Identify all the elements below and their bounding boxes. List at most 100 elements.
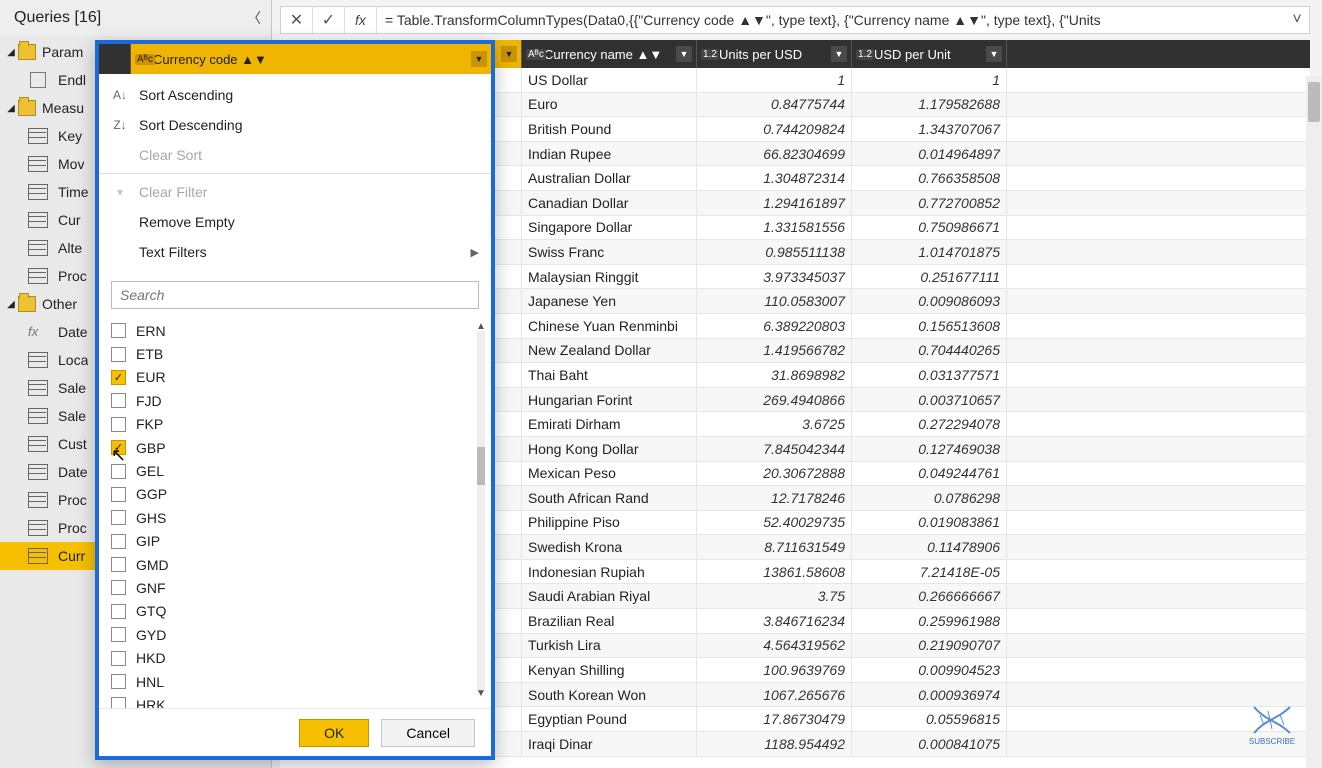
cell-currency-name: Saudi Arabian Riyal (522, 584, 697, 608)
filter-value-row[interactable]: HNL (111, 670, 483, 693)
submenu-arrow-icon: ▶ (471, 246, 479, 259)
cell-usd-per-unit: 0.014964897 (852, 142, 1007, 166)
checkbox[interactable] (111, 627, 126, 642)
filter-value-row[interactable]: GNF (111, 576, 483, 599)
query-type-icon (28, 464, 50, 480)
filter-value-row[interactable]: GMD (111, 553, 483, 576)
column-label: Currency code ▲▼ (153, 52, 267, 67)
checkbox[interactable] (111, 534, 126, 549)
formula-text[interactable]: = Table.TransformColumnTypes(Data0,{{"Cu… (377, 12, 1285, 28)
sort-ascending-item[interactable]: A↓ Sort Ascending (99, 80, 491, 110)
query-label: Mov (58, 156, 84, 172)
folder-icon (18, 296, 36, 312)
checkbox[interactable] (111, 487, 126, 502)
checkbox[interactable] (111, 347, 126, 362)
checkbox[interactable]: ✓ (111, 370, 126, 385)
checkbox[interactable] (111, 651, 126, 666)
folder-icon (18, 100, 36, 116)
formula-bar: ✕ ✓ fx = Table.TransformColumnTypes(Data… (280, 6, 1310, 34)
cell-usd-per-unit: 0.0786298 (852, 486, 1007, 510)
cell-units-per-usd: 1 (697, 68, 852, 92)
ok-button[interactable]: OK (299, 719, 369, 747)
query-type-icon (28, 408, 50, 424)
vertical-scrollbar[interactable] (1306, 76, 1322, 768)
fx-icon: fx (345, 7, 377, 33)
filter-value-row[interactable]: ETB (111, 342, 483, 365)
sort-descending-item[interactable]: Z↓ Sort Descending (99, 110, 491, 140)
checkbox[interactable] (111, 393, 126, 408)
list-scrollbar[interactable]: ▲ ▼ (475, 321, 487, 702)
filter-value-row[interactable]: FKP (111, 413, 483, 436)
checkbox[interactable] (111, 510, 126, 525)
filter-value-label: ETB (136, 346, 163, 362)
query-label: Curr (58, 548, 85, 564)
filter-value-row[interactable]: ✓EUR (111, 366, 483, 389)
cell-currency-name: Swedish Krona (522, 535, 697, 559)
queries-header[interactable]: Queries [16] 〈 (0, 0, 271, 36)
subscribe-badge[interactable]: SUBSCRIBE (1244, 705, 1300, 746)
checkbox[interactable] (111, 323, 126, 338)
formula-cancel-icon[interactable]: ✕ (281, 7, 313, 33)
type-decimal-icon: 1.2 (856, 49, 874, 60)
scroll-down-icon[interactable]: ▼ (475, 688, 487, 702)
clear-sort-item: Clear Sort (99, 140, 491, 170)
column-header-currency-name[interactable]: Aᴮc Currency name ▲▼ ▼ (522, 40, 697, 68)
filter-value-row[interactable]: GTQ (111, 600, 483, 623)
column-header-units-per-usd[interactable]: 1.2 Units per USD ▼ (697, 40, 852, 68)
remove-empty-item[interactable]: Remove Empty (99, 207, 491, 237)
filter-value-row[interactable]: GHS (111, 506, 483, 529)
formula-expand-icon[interactable]: ˅ (1285, 11, 1309, 29)
chevron-down-icon[interactable]: ▼ (831, 46, 847, 62)
filter-value-label: GBP (136, 440, 166, 456)
filter-value-row[interactable]: FJD (111, 389, 483, 412)
type-text-icon: Aᴮc (526, 49, 546, 60)
filter-value-row[interactable]: ERN (111, 319, 483, 342)
cell-units-per-usd: 0.985511138 (697, 240, 852, 264)
clear-filter-icon: ▾ (111, 185, 129, 199)
cell-usd-per-unit: 0.127469038 (852, 437, 1007, 461)
checkbox[interactable] (111, 580, 126, 595)
column-header-currency-code[interactable]: Aᴮc Currency code ▲▼ ▼ (131, 44, 491, 74)
cell-usd-per-unit: 0.156513608 (852, 314, 1007, 338)
formula-accept-icon[interactable]: ✓ (313, 7, 345, 33)
cell-currency-name: New Zealand Dollar (522, 339, 697, 363)
checkbox[interactable] (111, 674, 126, 689)
cell-usd-per-unit: 0.049244761 (852, 462, 1007, 486)
filter-value-row[interactable]: HKD (111, 646, 483, 669)
filter-value-label: HRK (136, 697, 166, 708)
filter-value-row[interactable]: ✓ GBP (111, 436, 483, 459)
checkbox[interactable] (111, 464, 126, 479)
chevron-down-icon[interactable]: ▼ (986, 46, 1002, 62)
cell-usd-per-unit: 0.003710657 (852, 388, 1007, 412)
chevron-down-icon[interactable]: ▼ (471, 51, 487, 67)
checkbox[interactable] (111, 604, 126, 619)
filter-values-list[interactable]: ERN ETB ✓EURFJD FKP ✓ GBP GELGGP GHS GIPGMDGNFGT… (99, 315, 491, 708)
column-header-usd-per-unit[interactable]: 1.2 USD per Unit ▼ (852, 40, 1007, 68)
filter-value-row[interactable]: GYD (111, 623, 483, 646)
filter-value-row[interactable]: GIP (111, 530, 483, 553)
filter-value-label: FKP (136, 416, 163, 432)
type-decimal-icon: 1.2 (701, 49, 719, 60)
checkbox[interactable] (111, 697, 126, 708)
collapse-panel-icon[interactable]: 〈 (247, 8, 261, 28)
chevron-down-icon[interactable]: ▼ (501, 46, 517, 62)
checkbox[interactable] (111, 417, 126, 432)
filter-value-row[interactable]: GEL (111, 459, 483, 482)
search-input[interactable] (111, 281, 479, 309)
cell-units-per-usd: 17.86730479 (697, 707, 852, 731)
checkbox[interactable] (111, 557, 126, 572)
text-filters-item[interactable]: Text Filters ▶ (99, 237, 491, 267)
folder-label: Other (42, 296, 77, 312)
filter-value-row[interactable]: GGP (111, 483, 483, 506)
filter-value-row[interactable]: HRK (111, 693, 483, 708)
table-icon[interactable] (99, 44, 131, 74)
query-label: Loca (58, 352, 88, 368)
chevron-down-icon[interactable]: ▼ (676, 46, 692, 62)
checkbox[interactable]: ✓ (111, 440, 126, 455)
sort-asc-icon: A↓ (111, 88, 129, 102)
cell-currency-name: Canadian Dollar (522, 191, 697, 215)
filter-value-label: GHS (136, 510, 166, 526)
menu-label: Sort Ascending (139, 87, 233, 103)
cancel-button[interactable]: Cancel (381, 719, 475, 747)
cell-usd-per-unit: 1 (852, 68, 1007, 92)
